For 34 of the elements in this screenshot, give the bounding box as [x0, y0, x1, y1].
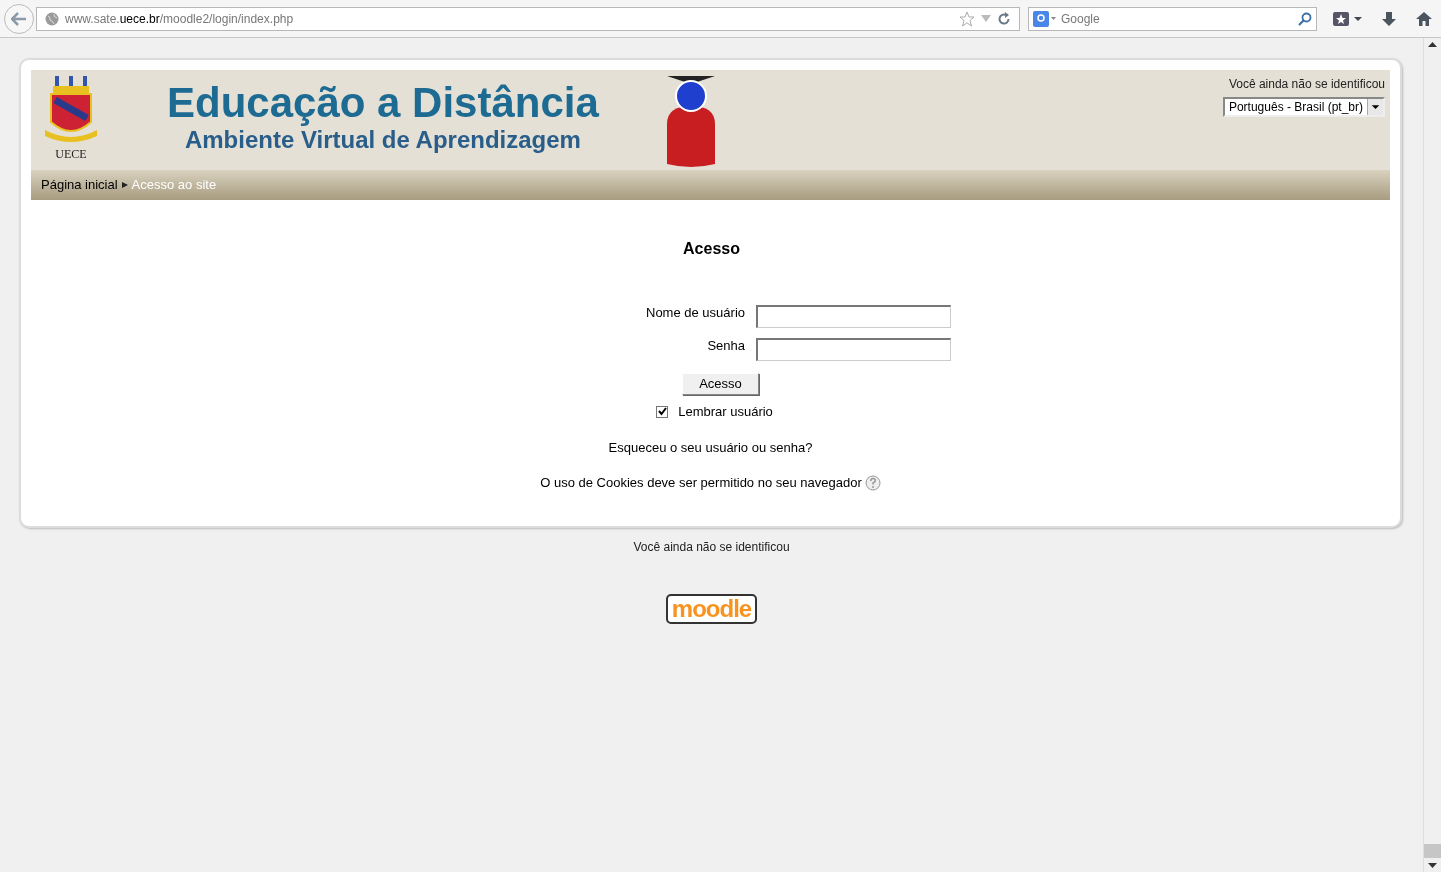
help-icon[interactable] — [864, 474, 881, 491]
search-icon[interactable] — [1298, 11, 1312, 26]
home-icon[interactable] — [1415, 10, 1433, 27]
field-label: Nome de usuário — [645, 304, 745, 322]
bookmarks-icon[interactable] — [1333, 10, 1363, 27]
reload-icon[interactable] — [997, 11, 1011, 26]
field-label: Senha — [706, 337, 745, 355]
download-icon[interactable] — [1381, 10, 1397, 27]
back-button[interactable] — [4, 3, 34, 34]
language-select[interactable]: Português - Brasil (pt_br) — [1222, 97, 1385, 117]
url-text: www.sate.uece.br/moodle2/login/index.php — [65, 10, 295, 28]
back-arrow-icon — [11, 11, 27, 26]
search-input[interactable]: Google — [1061, 9, 1294, 28]
login-heading: Acesso — [683, 239, 740, 259]
login-status-text: Você ainda não se identificou — [633, 539, 790, 556]
scrollbar-thumb[interactable] — [1424, 844, 1441, 858]
crest-label: UECE — [55, 148, 87, 160]
login-status-text: Você ainda não se identificou — [1228, 76, 1385, 93]
remember-label: Lembrar usuário — [678, 403, 773, 421]
search-field[interactable]: Google — [1028, 6, 1317, 31]
separator-arrow-icon — [121, 182, 128, 188]
globe-icon — [45, 11, 59, 26]
scrollbar[interactable] — [1423, 38, 1441, 872]
input-field[interactable] — [756, 305, 951, 328]
cookies-note: O uso de Cookies deve ser permitido no seu navegador — [540, 474, 862, 492]
banner-title: Educação a Distância — [167, 82, 599, 124]
remember-checkbox[interactable] — [656, 405, 669, 418]
forgot-password-link[interactable]: Esqueceu o seu usuário ou senha? — [608, 437, 813, 457]
login-button[interactable]: Acesso — [682, 373, 759, 395]
breadcrumb-link[interactable]: Página inicial — [41, 175, 118, 195]
banner-subtitle: Ambiente Virtual de Aprendizagem — [184, 128, 581, 152]
star-icon[interactable] — [959, 10, 975, 27]
address-bar[interactable]: www.sate.uece.br/moodle2/login/index.php — [36, 6, 1020, 31]
input-field[interactable] — [756, 338, 951, 361]
